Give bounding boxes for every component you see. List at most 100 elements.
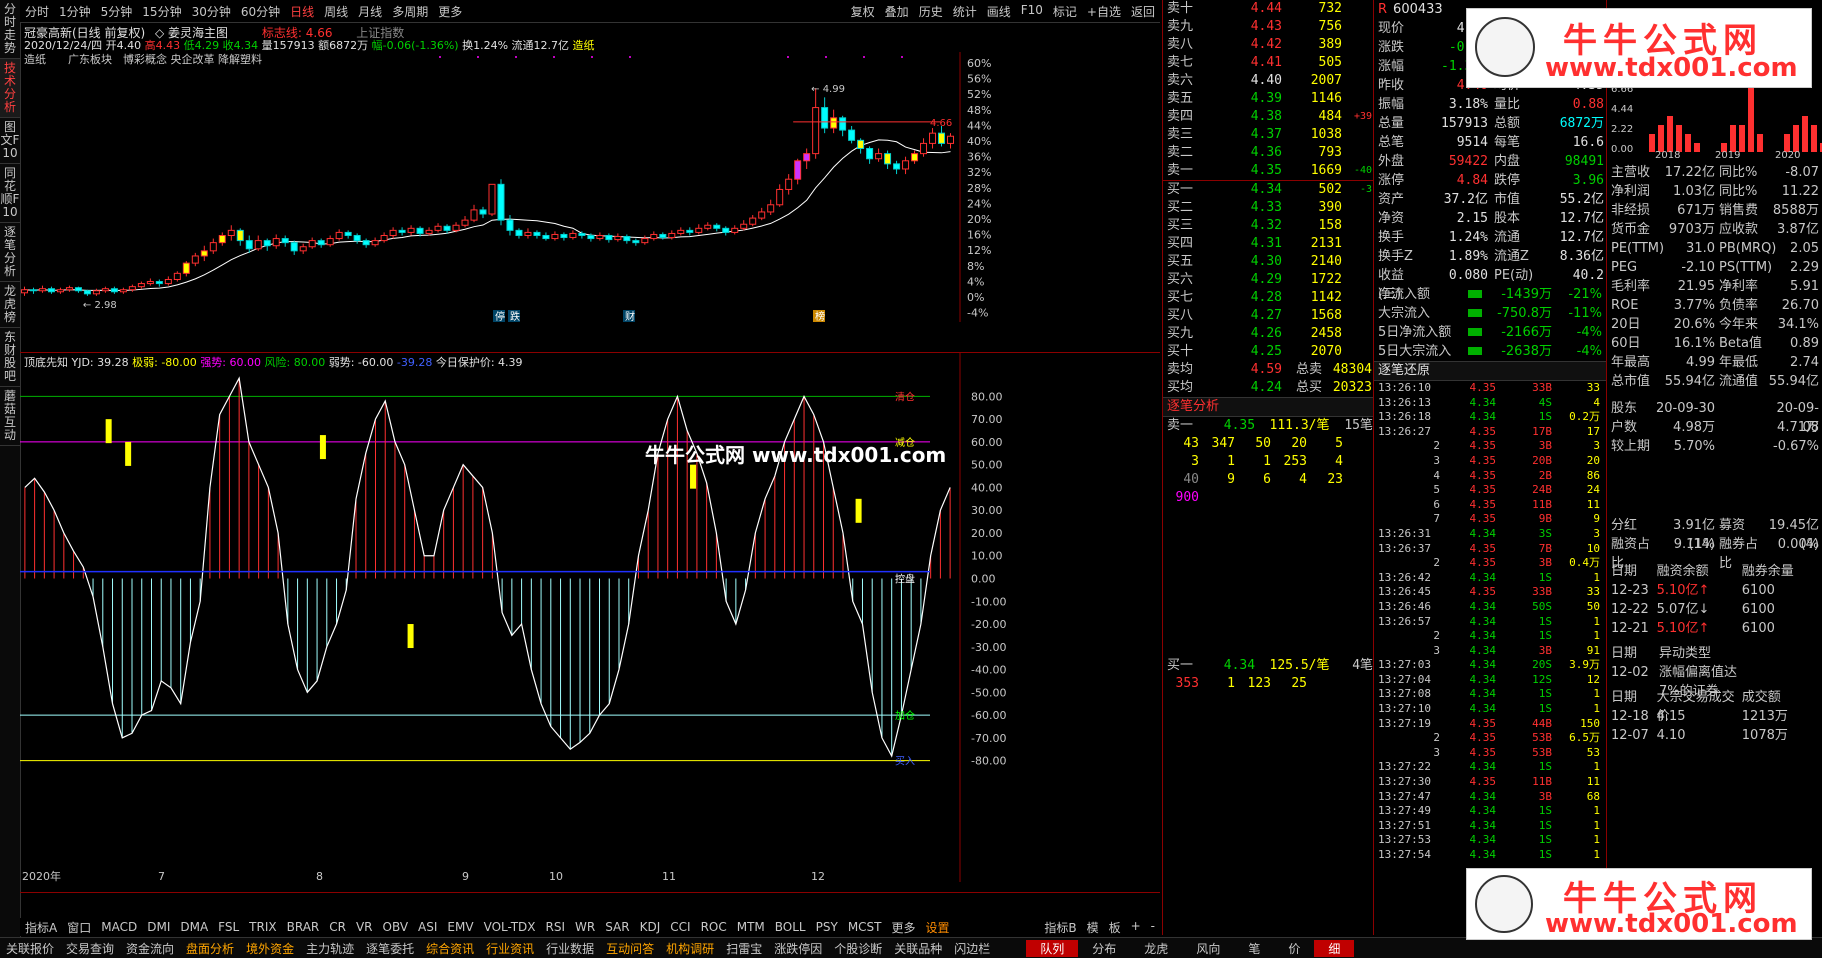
- ind-tab-19[interactable]: ROC: [696, 920, 732, 934]
- status-item-9[interactable]: 行业数据: [540, 940, 600, 957]
- orderbook-row[interactable]: 卖三 4.37 1038: [1163, 126, 1373, 144]
- status-item-4[interactable]: 境外资金: [240, 940, 300, 957]
- status-item-14[interactable]: 个股诊断: [828, 940, 888, 957]
- toolbar-action-3[interactable]: 统计: [948, 3, 982, 20]
- toolbar-action-4[interactable]: 画线: [982, 3, 1016, 20]
- ind-tab-0[interactable]: 指标A: [20, 919, 62, 936]
- status-item-13[interactable]: 涨跌停因: [768, 940, 828, 957]
- sidebar-item-6[interactable]: 东财股吧: [0, 328, 20, 387]
- toolbar-action-1[interactable]: 叠加: [880, 3, 914, 20]
- ind-tab-right-2[interactable]: 板: [1104, 919, 1126, 936]
- sidebar-item-4[interactable]: 逐笔分析: [0, 223, 20, 282]
- toolbar-action-2[interactable]: 历史: [914, 3, 948, 20]
- ind-tab-24[interactable]: 更多: [887, 919, 921, 936]
- status-item-1[interactable]: 交易查询: [60, 940, 120, 957]
- orderbook-row[interactable]: 买一 4.34 502 -3: [1163, 181, 1373, 199]
- orderbook-row[interactable]: 卖六 4.40 2007: [1163, 72, 1373, 90]
- status-item-2[interactable]: 资金流向: [120, 940, 180, 957]
- main-kline-chart[interactable]: 冠豪高新(日线 前复权) ◇ 姜灵海主图 标志线: 4.66 上证指数 2020…: [20, 22, 1160, 353]
- status-right-6[interactable]: 细: [1314, 939, 1355, 957]
- indicator-svg[interactable]: 80.0070.0060.0050.0040.0030.0020.0010.00…: [20, 352, 1160, 892]
- period-0[interactable]: 分时: [20, 3, 54, 20]
- period-2[interactable]: 5分钟: [96, 3, 138, 20]
- period-6[interactable]: 日线: [285, 3, 319, 20]
- ind-tab-15[interactable]: WR: [570, 920, 600, 934]
- period-10[interactable]: 更多: [433, 3, 467, 20]
- status-item-6[interactable]: 逐笔委托: [360, 940, 420, 957]
- orderbook-row[interactable]: 买九 4.26 2458: [1163, 325, 1373, 343]
- ind-tab-2[interactable]: MACD: [96, 920, 142, 934]
- period-8[interactable]: 月线: [353, 3, 387, 20]
- status-right-4[interactable]: 笔: [1234, 940, 1274, 957]
- kline-svg[interactable]: 60% 56% 52% 48% 44% 40% 36% 32% 28% 24% 20% 16% 12% 8…: [20, 22, 1160, 352]
- status-item-16[interactable]: 闪边栏: [948, 940, 996, 957]
- ind-tab-20[interactable]: MTM: [732, 920, 770, 934]
- status-right-0[interactable]: 队列: [1026, 939, 1079, 957]
- orderbook-row[interactable]: 卖七 4.41 505: [1163, 54, 1373, 72]
- zhubi-title[interactable]: 逐笔分析: [1163, 397, 1373, 417]
- status-item-0[interactable]: 关联报价: [0, 940, 60, 957]
- orderbook-row[interactable]: 卖八 4.42 389: [1163, 36, 1373, 54]
- ind-tab-6[interactable]: TRIX: [244, 920, 281, 934]
- period-9[interactable]: 多周期: [387, 3, 433, 20]
- ind-tab-10[interactable]: OBV: [378, 920, 414, 934]
- status-right-5[interactable]: 价: [1274, 940, 1314, 957]
- ind-tab-14[interactable]: RSI: [541, 920, 571, 934]
- orderbook-row[interactable]: 卖四 4.38 484 +39: [1163, 108, 1373, 126]
- status-item-3[interactable]: 盘面分析: [180, 940, 240, 957]
- sidebar-item-7[interactable]: 蘑菇互动: [0, 387, 20, 446]
- ind-tab-5[interactable]: FSL: [213, 920, 244, 934]
- orderbook-row[interactable]: 买二 4.33 390: [1163, 199, 1373, 217]
- toolbar-action-6[interactable]: 标记: [1048, 3, 1082, 20]
- status-right-3[interactable]: 风向: [1182, 940, 1234, 957]
- orderbook-row[interactable]: 买十 4.25 2070: [1163, 343, 1373, 361]
- orderbook-row[interactable]: 买七 4.28 1142: [1163, 289, 1373, 307]
- ind-tab-right-4[interactable]: -: [1146, 919, 1160, 936]
- status-right-2[interactable]: 龙虎: [1130, 940, 1182, 957]
- period-5[interactable]: 60分钟: [236, 3, 285, 20]
- ind-tab-9[interactable]: VR: [351, 920, 378, 934]
- trades-title[interactable]: 逐笔还原: [1374, 361, 1606, 381]
- orderbook-row[interactable]: 买五 4.30 2140: [1163, 253, 1373, 271]
- ind-tab-25[interactable]: 设置: [921, 919, 955, 936]
- ind-tab-right-1[interactable]: 模: [1082, 919, 1104, 936]
- sidebar-item-0[interactable]: 分时走势: [0, 0, 20, 59]
- sidebar-item-3[interactable]: 同花顺F10: [0, 164, 20, 223]
- status-item-10[interactable]: 互动问答: [600, 940, 660, 957]
- period-1[interactable]: 1分钟: [54, 3, 96, 20]
- ind-tab-18[interactable]: CCI: [665, 920, 695, 934]
- ind-tab-right-3[interactable]: +: [1126, 919, 1146, 936]
- status-item-12[interactable]: 扫雷宝: [720, 940, 768, 957]
- sidebar-item-2[interactable]: 图文F10: [0, 118, 20, 164]
- period-4[interactable]: 30分钟: [187, 3, 236, 20]
- ind-tab-7[interactable]: BRAR: [282, 920, 325, 934]
- sidebar-item-5[interactable]: 龙虎榜: [0, 282, 20, 328]
- sidebar-item-1[interactable]: 技术分析: [0, 59, 20, 118]
- orderbook-row[interactable]: 买六 4.29 1722: [1163, 271, 1373, 289]
- ind-tab-3[interactable]: DMI: [142, 920, 175, 934]
- ind-tab-right-0[interactable]: 指标B: [1039, 919, 1081, 936]
- ind-tab-1[interactable]: 窗口: [62, 919, 96, 936]
- ind-tab-16[interactable]: SAR: [600, 920, 634, 934]
- status-item-8[interactable]: 行业资讯: [480, 940, 540, 957]
- orderbook-row[interactable]: 买三 4.32 158: [1163, 217, 1373, 235]
- ind-tab-23[interactable]: MCST: [843, 920, 887, 934]
- orderbook-row[interactable]: 卖十 4.44 732: [1163, 0, 1373, 18]
- ind-tab-4[interactable]: DMA: [175, 920, 213, 934]
- toolbar-action-0[interactable]: 复权: [846, 3, 880, 20]
- toolbar-action-7[interactable]: +自选: [1082, 3, 1126, 20]
- toolbar-action-8[interactable]: 返回: [1126, 3, 1160, 20]
- ind-tab-8[interactable]: CR: [324, 920, 351, 934]
- period-7[interactable]: 周线: [319, 3, 353, 20]
- ind-tab-21[interactable]: BOLL: [770, 920, 811, 934]
- ind-tab-22[interactable]: PSY: [811, 920, 843, 934]
- ind-tab-12[interactable]: EMV: [442, 920, 478, 934]
- status-right-1[interactable]: 分布: [1078, 940, 1130, 957]
- orderbook-row[interactable]: 卖一 4.35 1669 -40: [1163, 162, 1373, 180]
- status-item-15[interactable]: 关联品种: [888, 940, 948, 957]
- orderbook-row[interactable]: 买八 4.27 1568: [1163, 307, 1373, 325]
- orderbook-row[interactable]: 买四 4.31 2131: [1163, 235, 1373, 253]
- status-item-5[interactable]: 主力轨迹: [300, 940, 360, 957]
- orderbook-row[interactable]: 卖九 4.43 756: [1163, 18, 1373, 36]
- status-item-11[interactable]: 机构调研: [660, 940, 720, 957]
